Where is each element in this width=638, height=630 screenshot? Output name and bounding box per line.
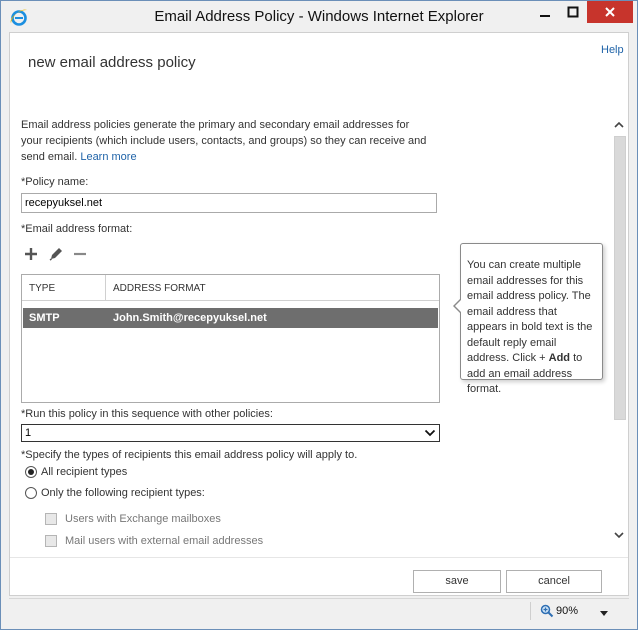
- vertical-scrollbar[interactable]: [610, 117, 628, 547]
- edit-pencil-icon[interactable]: [47, 245, 65, 263]
- cancel-button[interactable]: cancel: [506, 570, 602, 593]
- recipients-label: *Specify the types of recipients this em…: [21, 449, 358, 461]
- column-header-type[interactable]: TYPE: [29, 283, 55, 294]
- page-title: new email address policy: [28, 54, 196, 71]
- minimize-button[interactable]: [531, 1, 559, 23]
- close-icon: [605, 7, 615, 17]
- callout-add-bold: Add: [548, 352, 571, 364]
- radio-all-label: All recipient types: [41, 466, 128, 478]
- grid-header: TYPE ADDRESS FORMAT: [22, 275, 439, 301]
- checkbox-mail-users[interactable]: Mail users with external email addresses: [45, 535, 263, 547]
- row-type: SMTP: [29, 312, 60, 324]
- close-button[interactable]: [587, 1, 633, 23]
- radio-selected-icon: [25, 466, 37, 478]
- remove-icon[interactable]: [71, 245, 89, 263]
- email-format-label: *Email address format:: [21, 223, 133, 235]
- learn-more-link[interactable]: Learn more: [80, 151, 136, 163]
- footer-divider: [10, 557, 628, 558]
- help-link[interactable]: Help: [601, 44, 624, 56]
- status-bar: 90%: [9, 598, 629, 622]
- browser-window: Email Address Policy - Windows Internet …: [0, 0, 638, 630]
- scroll-down-icon[interactable]: [613, 529, 625, 544]
- checkbox-mailboxes-label: Users with Exchange mailboxes: [65, 513, 221, 525]
- zoom-icon[interactable]: [540, 604, 554, 621]
- checkbox-exchange-mailboxes[interactable]: Users with Exchange mailboxes: [45, 513, 221, 525]
- radio-only-label: Only the following recipient types:: [41, 487, 205, 499]
- radio-unselected-icon: [25, 487, 37, 499]
- email-format-grid: TYPE ADDRESS FORMAT SMTP John.Smith@rece…: [21, 274, 440, 403]
- add-icon[interactable]: [22, 245, 40, 263]
- sequence-dropdown[interactable]: 1: [21, 424, 440, 442]
- dialog-content: Help new email address policy Email addr…: [9, 32, 629, 596]
- save-button[interactable]: save: [413, 570, 501, 593]
- status-divider: [530, 602, 531, 620]
- column-header-address-format[interactable]: ADDRESS FORMAT: [113, 283, 206, 294]
- scroll-up-icon[interactable]: [613, 119, 625, 134]
- radio-only-following-types[interactable]: Only the following recipient types:: [25, 487, 205, 499]
- column-divider: [105, 275, 106, 301]
- checkbox-mail-users-label: Mail users with external email addresses: [65, 535, 264, 547]
- checkbox-icon: [45, 513, 57, 525]
- scrollbar-thumb[interactable]: [614, 136, 626, 420]
- callout-text-before: You can create multiple email addresses …: [467, 259, 593, 364]
- sequence-value: 1: [25, 427, 32, 439]
- radio-all-recipient-types[interactable]: All recipient types: [25, 466, 127, 478]
- info-callout: You can create multiple email addresses …: [453, 243, 603, 395]
- policy-description: Email address policies generate the prim…: [21, 117, 431, 165]
- maximize-button[interactable]: [559, 1, 587, 23]
- policy-name-input[interactable]: [21, 193, 437, 213]
- zoom-dropdown-icon[interactable]: [600, 608, 608, 620]
- policy-name-label: *Policy name:: [21, 176, 89, 188]
- sequence-label: *Run this policy in this sequence with o…: [21, 408, 273, 420]
- row-address-format: John.Smith@recepyuksel.net: [113, 312, 267, 324]
- title-bar: Email Address Policy - Windows Internet …: [1, 1, 637, 32]
- chevron-down-icon: [424, 427, 436, 442]
- checkbox-icon: [45, 535, 57, 547]
- table-row[interactable]: SMTP John.Smith@recepyuksel.net: [23, 308, 438, 328]
- zoom-level[interactable]: 90%: [556, 605, 578, 617]
